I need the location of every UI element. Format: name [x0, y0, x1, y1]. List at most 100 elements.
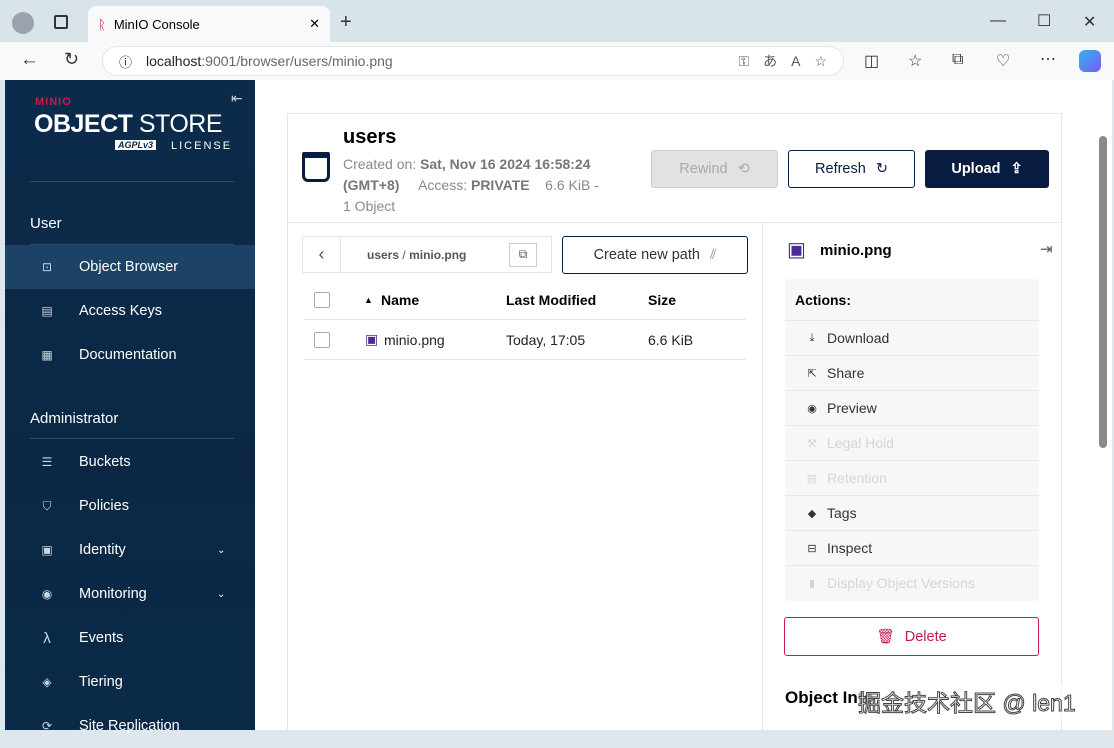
image-file-icon: ▣ [365, 331, 379, 347]
copilot-icon[interactable] [1079, 50, 1101, 72]
column-size[interactable]: Size [648, 292, 676, 308]
collections-icon[interactable]: ⧉ [952, 51, 963, 69]
sidebar-item-policies[interactable]: ⛉ Policies [5, 484, 255, 528]
row-checkbox[interactable] [314, 331, 330, 348]
column-name[interactable]: Name [381, 292, 419, 308]
table-row[interactable]: ▣ minio.png Today, 17:05 6.6 KiB [304, 320, 746, 360]
action-share[interactable]: ⇱ Share [785, 355, 1039, 390]
create-new-path-button[interactable]: Create new path ⫽ [562, 236, 748, 274]
eye-icon: ◉ [807, 402, 817, 415]
more-icon[interactable]: ⋯ [1040, 49, 1056, 69]
delete-button[interactable]: 🗑 Delete [784, 617, 1039, 656]
trash-icon: 🗑 [876, 629, 895, 645]
key-icon[interactable]: ⚿ [738, 53, 749, 70]
read-aloud-icon[interactable]: A [791, 53, 800, 69]
image-file-icon: ▣ [787, 239, 806, 261]
docs-icon: ▦ [41, 348, 53, 362]
close-details-icon[interactable]: ⇥ [1040, 240, 1053, 258]
file-size: 6.6 KiB [648, 331, 694, 348]
versions-icon: ▮ [808, 577, 816, 590]
product-name: OBJECT STORE [34, 110, 223, 138]
sidebar-item-access-keys[interactable]: ▤ Access Keys [5, 289, 255, 333]
id-icon: ▣ [41, 543, 53, 557]
actions-title: Actions: [795, 292, 851, 308]
section-administrator: Administrator [30, 410, 119, 427]
breadcrumb-bucket[interactable]: users [367, 248, 399, 262]
select-all-checkbox[interactable] [314, 291, 330, 308]
profile-avatar[interactable] [12, 12, 34, 34]
action-tags[interactable]: ◆ Tags [785, 495, 1039, 530]
column-last-modified[interactable]: Last Modified [506, 292, 596, 308]
back-icon[interactable]: ← [20, 49, 39, 71]
label: Identity [79, 542, 126, 558]
layers-icon: ◈ [42, 675, 52, 689]
details-filename: minio.png [820, 242, 892, 259]
label: Buckets [79, 454, 131, 470]
sidebar-item-monitoring[interactable]: ◉ Monitoring ⌄ [5, 572, 255, 616]
close-tab-icon[interactable]: ✕ [309, 16, 320, 32]
sidebar-item-events[interactable]: λ Events [5, 616, 255, 660]
minio-favicon-icon: ᚱ [98, 16, 106, 32]
new-tab-icon[interactable]: + [340, 11, 352, 34]
favorite-star-icon[interactable]: ☆ [814, 53, 827, 70]
tab-actions-icon[interactable] [54, 15, 68, 29]
breadcrumb-object: minio.png [409, 247, 467, 262]
sidebar-item-documentation[interactable]: ▦ Documentation [5, 333, 255, 377]
action-inspect[interactable]: ⊟ Inspect [785, 530, 1039, 565]
minimize-icon[interactable]: — [990, 12, 1006, 30]
action-legal-hold: ⚒ Legal Hold [785, 425, 1039, 460]
gavel-icon: ⚒ [807, 437, 817, 450]
sidebar-item-identity[interactable]: ▣ Identity ⌄ [5, 528, 255, 572]
label: Policies [79, 498, 129, 514]
scrollbar-thumb[interactable] [1099, 136, 1107, 448]
copy-path-button[interactable]: ⧉ [509, 242, 537, 267]
maximize-icon[interactable]: ☐ [1037, 11, 1051, 31]
sidebar: MINIO OBJECT STORE AGPLv3 LICENSE ⇤ User… [5, 80, 255, 734]
sidebar-item-buckets[interactable]: ☰ Buckets [5, 440, 255, 484]
history-icon: ⟲ [737, 161, 750, 177]
label: Monitoring [79, 586, 147, 602]
split-screen-icon[interactable]: ◫ [864, 51, 879, 71]
close-window-icon[interactable]: ✕ [1083, 12, 1096, 32]
monitor-icon: ◉ [41, 587, 53, 601]
section-user: User [30, 215, 62, 232]
divider [30, 181, 234, 182]
back-path-button[interactable]: ‹ [303, 237, 341, 272]
favorites-icon[interactable]: ☆ [908, 51, 922, 71]
site-info-icon[interactable]: ⓘ [119, 52, 132, 71]
chevron-down-icon: ⌄ [217, 544, 226, 556]
bucket-header: users Created on: Sat, Nov 16 2024 16:58… [287, 113, 1062, 223]
action-display-object-versions: ▮ Display Object Versions [785, 565, 1039, 600]
file-name: minio.png [384, 331, 445, 348]
translate-icon[interactable]: あ [763, 51, 777, 71]
license-label: LICENSE [171, 140, 233, 152]
minio-logo: MINIO [35, 96, 72, 108]
upload-icon: ⇪ [1010, 161, 1023, 177]
share-icon: ⇱ [807, 367, 817, 380]
extensions-icon[interactable]: ♡ [996, 51, 1010, 71]
tab-title: MinIO Console [113, 16, 200, 32]
bucket-icon [302, 152, 330, 182]
bucket-meta: Created on: Sat, Nov 16 2024 16:58:24 (G… [343, 156, 599, 214]
breadcrumb: ‹ users / minio.png ⧉ [302, 236, 552, 273]
sidebar-item-tiering[interactable]: ◈ Tiering [5, 660, 255, 704]
scrollbar[interactable] [1096, 80, 1112, 730]
action-preview[interactable]: ◉ Preview [785, 390, 1039, 425]
collapse-sidebar-icon[interactable]: ⇤ [231, 90, 243, 107]
shield-icon: ⛉ [42, 498, 52, 513]
tab-minio-console[interactable]: ᚱ MinIO Console ✕ [88, 6, 330, 42]
url-input[interactable]: ⓘ localhost:9001/browser/users/minio.png… [102, 46, 844, 76]
sidebar-item-object-browser[interactable]: ⊡ Object Browser [5, 245, 255, 289]
reload-icon[interactable]: ↻ [64, 49, 79, 70]
agpl-badge: AGPLv3 [115, 140, 157, 150]
upload-button[interactable]: Upload ⇪ [925, 150, 1049, 188]
sort-asc-icon: ▲ [364, 294, 373, 305]
rewind-button[interactable]: Rewind ⟲ [651, 150, 778, 188]
refresh-button[interactable]: Refresh ↻ [788, 150, 915, 188]
inspect-icon: ⊟ [807, 542, 817, 555]
divider [762, 223, 763, 730]
action-download[interactable]: ⤓ Download [785, 320, 1039, 355]
replication-icon: ⟳ [41, 719, 53, 733]
sidebar-item-site-replication[interactable]: ⟳ Site Replication [5, 704, 255, 748]
label: Object Browser [79, 259, 179, 275]
